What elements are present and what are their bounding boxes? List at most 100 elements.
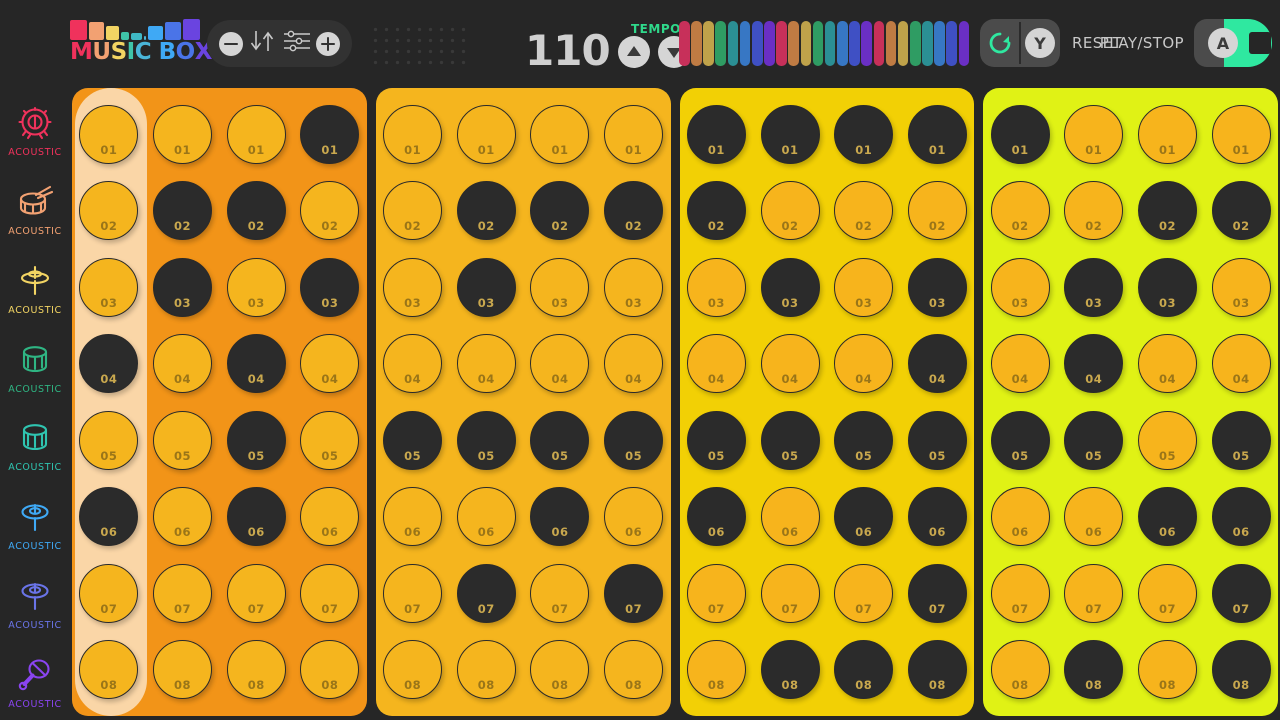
step-cell-p1-r08-c3[interactable]: 08 — [226, 640, 286, 700]
step-cell-p3-r07-c1[interactable]: 07 — [686, 563, 746, 623]
step-cell-p3-r01-c3[interactable]: 01 — [834, 104, 894, 164]
step-cell-p2-r04-c4[interactable]: 04 — [604, 334, 664, 394]
step-cell-p4-r06-c1[interactable]: 06 — [990, 487, 1050, 547]
step-cell-p1-r02-c3[interactable]: 02 — [226, 181, 286, 241]
track-5[interactable]: ACOUSTIC — [0, 405, 70, 484]
step-cell-p2-r03-c4[interactable]: 03 — [604, 257, 664, 317]
step-cell-p4-r08-c3[interactable]: 08 — [1137, 640, 1197, 700]
track-3[interactable]: ACOUSTIC — [0, 248, 70, 327]
floor-tom-icon[interactable] — [14, 415, 56, 461]
step-cell-p3-r04-c1[interactable]: 04 — [686, 334, 746, 394]
step-cell-p1-r06-c3[interactable]: 06 — [226, 487, 286, 547]
step-cell-p1-r02-c4[interactable]: 02 — [300, 181, 360, 241]
ride-cymbal-icon[interactable] — [14, 573, 56, 619]
step-cell-p2-r07-c1[interactable]: 07 — [383, 563, 443, 623]
play-stop-pill[interactable]: A — [1194, 19, 1272, 67]
step-cell-p3-r02-c1[interactable]: 02 — [686, 181, 746, 241]
hihat-icon[interactable] — [14, 258, 56, 304]
step-cell-p3-r01-c4[interactable]: 01 — [907, 104, 967, 164]
step-cell-p3-r03-c4[interactable]: 03 — [907, 257, 967, 317]
step-cell-p1-r03-c2[interactable]: 03 — [153, 257, 213, 317]
step-cell-p4-r03-c4[interactable]: 03 — [1211, 257, 1271, 317]
step-cell-p3-r07-c3[interactable]: 07 — [834, 563, 894, 623]
step-cell-p4-r06-c3[interactable]: 06 — [1137, 487, 1197, 547]
step-cell-p2-r07-c2[interactable]: 07 — [456, 563, 516, 623]
step-cell-p2-r02-c4[interactable]: 02 — [604, 181, 664, 241]
step-cell-p1-r07-c4[interactable]: 07 — [300, 563, 360, 623]
step-cell-p1-r02-c1[interactable]: 02 — [79, 181, 139, 241]
step-cell-p4-r03-c2[interactable]: 03 — [1064, 257, 1124, 317]
step-cell-p2-r05-c1[interactable]: 05 — [383, 410, 443, 470]
stop-icon[interactable] — [1249, 32, 1271, 54]
step-cell-p2-r03-c3[interactable]: 03 — [530, 257, 590, 317]
track-1[interactable]: ACOUSTIC — [0, 90, 70, 169]
step-cell-p4-r07-c4[interactable]: 07 — [1211, 563, 1271, 623]
step-cell-p4-r03-c1[interactable]: 03 — [990, 257, 1050, 317]
step-cell-p2-r04-c3[interactable]: 04 — [530, 334, 590, 394]
step-cell-p4-r06-c4[interactable]: 06 — [1211, 487, 1271, 547]
step-cell-p4-r01-c1[interactable]: 01 — [990, 104, 1050, 164]
step-cell-p1-r02-c2[interactable]: 02 — [153, 181, 213, 241]
step-cell-p1-r01-c1[interactable]: 01 — [79, 104, 139, 164]
step-cell-p1-r05-c2[interactable]: 05 — [153, 410, 213, 470]
step-cell-p4-r06-c2[interactable]: 06 — [1064, 487, 1124, 547]
step-cell-p3-r07-c4[interactable]: 07 — [907, 563, 967, 623]
step-cell-p2-r03-c1[interactable]: 03 — [383, 257, 443, 317]
step-cell-p2-r06-c3[interactable]: 06 — [530, 487, 590, 547]
step-cell-p2-r02-c1[interactable]: 02 — [383, 181, 443, 241]
step-cell-p4-r04-c3[interactable]: 04 — [1137, 334, 1197, 394]
step-cell-p2-r02-c2[interactable]: 02 — [456, 181, 516, 241]
step-cell-p1-r08-c2[interactable]: 08 — [153, 640, 213, 700]
step-cell-p4-r08-c1[interactable]: 08 — [990, 640, 1050, 700]
step-cell-p2-r06-c2[interactable]: 06 — [456, 487, 516, 547]
step-cell-p2-r05-c3[interactable]: 05 — [530, 410, 590, 470]
step-cell-p1-r04-c4[interactable]: 04 — [300, 334, 360, 394]
step-cell-p3-r08-c2[interactable]: 08 — [760, 640, 820, 700]
step-cell-p1-r01-c2[interactable]: 01 — [153, 104, 213, 164]
step-cell-p3-r06-c1[interactable]: 06 — [686, 487, 746, 547]
step-cell-p4-r05-c2[interactable]: 05 — [1064, 410, 1124, 470]
step-cell-p1-r04-c2[interactable]: 04 — [153, 334, 213, 394]
step-cell-p2-r01-c4[interactable]: 01 — [604, 104, 664, 164]
step-cell-p3-r04-c2[interactable]: 04 — [760, 334, 820, 394]
step-cell-p1-r03-c4[interactable]: 03 — [300, 257, 360, 317]
step-cell-p1-r01-c4[interactable]: 01 — [300, 104, 360, 164]
step-cell-p3-r05-c4[interactable]: 05 — [907, 410, 967, 470]
step-cell-p1-r06-c1[interactable]: 06 — [79, 487, 139, 547]
step-cell-p1-r05-c1[interactable]: 05 — [79, 410, 139, 470]
step-cell-p2-r07-c3[interactable]: 07 — [530, 563, 590, 623]
kick-drum-icon[interactable] — [14, 100, 56, 146]
step-cell-p3-r02-c4[interactable]: 02 — [907, 181, 967, 241]
reset-pill[interactable]: Y — [980, 19, 1060, 67]
track-8[interactable]: ACOUSTIC — [0, 641, 70, 720]
step-cell-p3-r03-c3[interactable]: 03 — [834, 257, 894, 317]
mixer-icon[interactable] — [282, 29, 312, 58]
transpose-icon[interactable] — [247, 28, 277, 59]
step-cell-p2-r05-c4[interactable]: 05 — [604, 410, 664, 470]
step-cell-p3-r02-c3[interactable]: 02 — [834, 181, 894, 241]
step-cell-p2-r01-c2[interactable]: 01 — [456, 104, 516, 164]
step-cell-p4-r01-c3[interactable]: 01 — [1137, 104, 1197, 164]
minus-icon[interactable] — [219, 31, 243, 56]
step-cell-p4-r07-c2[interactable]: 07 — [1064, 563, 1124, 623]
step-cell-p4-r08-c2[interactable]: 08 — [1064, 640, 1124, 700]
step-cell-p4-r01-c4[interactable]: 01 — [1211, 104, 1271, 164]
step-cell-p2-r07-c4[interactable]: 07 — [604, 563, 664, 623]
step-cell-p4-r02-c4[interactable]: 02 — [1211, 181, 1271, 241]
step-cell-p4-r05-c1[interactable]: 05 — [990, 410, 1050, 470]
step-cell-p1-r08-c4[interactable]: 08 — [300, 640, 360, 700]
track-2[interactable]: ACOUSTIC — [0, 169, 70, 248]
step-cell-p4-r03-c3[interactable]: 03 — [1137, 257, 1197, 317]
step-cell-p4-r05-c3[interactable]: 05 — [1137, 410, 1197, 470]
step-cell-p2-r06-c1[interactable]: 06 — [383, 487, 443, 547]
play-stop-control[interactable]: PLAY/STOP A — [1100, 19, 1272, 67]
step-cell-p1-r01-c3[interactable]: 01 — [226, 104, 286, 164]
step-cell-p2-r01-c1[interactable]: 01 — [383, 104, 443, 164]
step-cell-p3-r06-c3[interactable]: 06 — [834, 487, 894, 547]
step-cell-p1-r05-c4[interactable]: 05 — [300, 410, 360, 470]
step-cell-p3-r06-c2[interactable]: 06 — [760, 487, 820, 547]
step-cell-p1-r05-c3[interactable]: 05 — [226, 410, 286, 470]
step-cell-p1-r04-c1[interactable]: 04 — [79, 334, 139, 394]
step-cell-p3-r04-c3[interactable]: 04 — [834, 334, 894, 394]
step-cell-p3-r01-c1[interactable]: 01 — [686, 104, 746, 164]
